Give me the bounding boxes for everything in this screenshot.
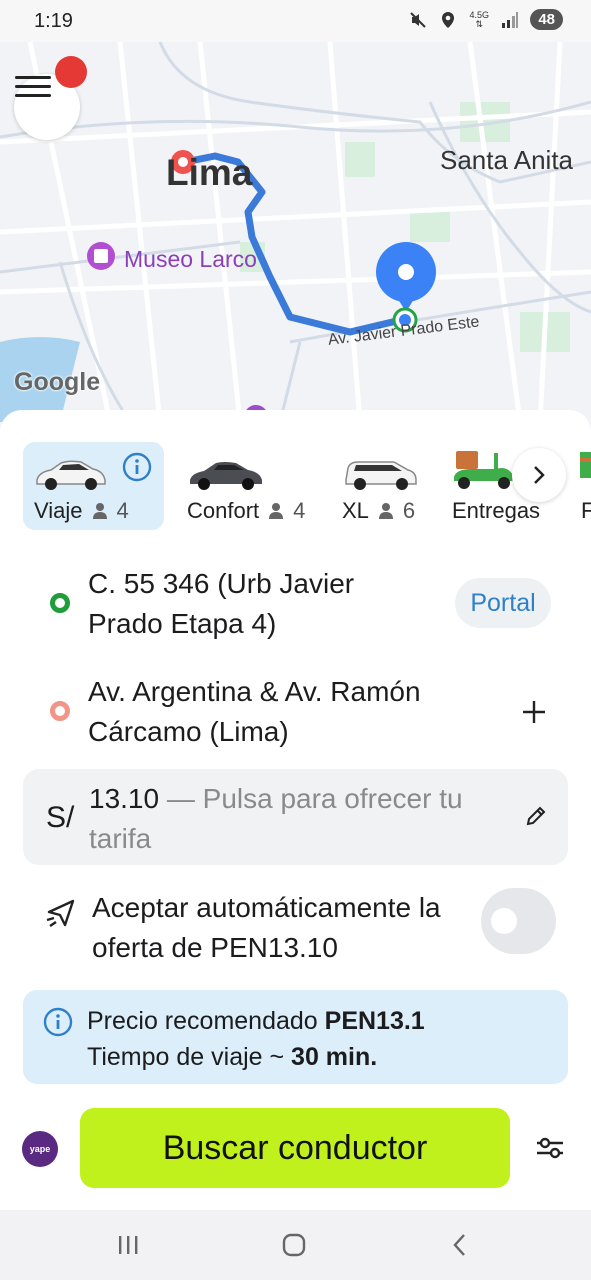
passenger-icon	[92, 503, 107, 519]
payment-badge: yape	[29, 1144, 51, 1154]
info-icon	[43, 1007, 73, 1042]
passenger-icon	[269, 503, 284, 519]
search-driver-button[interactable]: Buscar conductor	[80, 1108, 510, 1188]
delivery-scooter-icon	[454, 451, 514, 489]
status-icons: 4.5G ⇅ 48	[408, 9, 563, 30]
car-sedan-dark-icon	[190, 462, 262, 490]
network-type: 4.5G	[469, 9, 490, 20]
travel-time-line: Tiempo de viaje ~ 30 min.	[87, 1039, 425, 1075]
notification-badge	[55, 56, 87, 88]
pickup-dot-icon	[50, 593, 70, 613]
car-van-icon	[345, 461, 417, 490]
options-button[interactable]	[530, 1128, 570, 1168]
tariff-name: Confort	[187, 498, 260, 523]
tariff-carousel[interactable]: Viaje 4 Confort 4 XL 6 Entregas F	[0, 442, 591, 532]
sliders-icon	[537, 1137, 563, 1159]
passenger-icon	[378, 503, 393, 519]
recommendation-text: Precio recomendado PEN13.1 Tiempo de via…	[87, 1003, 425, 1075]
map-view[interactable]: Lima Santa Anita Museo Larco Av. Javier …	[0, 42, 591, 422]
tariff-confort[interactable]: Confort 4	[178, 442, 318, 530]
tariff-name: Entregas	[452, 498, 541, 523]
tariff-next-button[interactable]	[512, 448, 566, 502]
auto-accept-row: Aceptar automáticamente la oferta de PEN…	[0, 888, 591, 972]
tariff-label: XL 6	[342, 498, 415, 524]
car-sedan-white-icon	[36, 460, 106, 490]
map-attribution: Google	[14, 368, 101, 396]
hamburger-icon	[15, 76, 51, 97]
info-icon[interactable]	[122, 452, 152, 487]
lightning-send-icon	[45, 898, 77, 933]
tariff-pax: 4	[293, 498, 306, 523]
portal-button[interactable]: Portal	[455, 578, 551, 628]
chevron-right-icon	[534, 466, 545, 484]
map-label-city: Lima	[166, 152, 253, 193]
battery-indicator: 48	[530, 9, 563, 30]
fare-currency: S/	[46, 801, 75, 834]
tariff-pax: 6	[402, 498, 416, 523]
signal-icon	[500, 10, 520, 30]
destination-address[interactable]: Av. Argentina & Av. Ramón Cárcamo (Lima)	[88, 672, 428, 752]
travel-time-value: 30 min.	[291, 1043, 378, 1071]
payment-method-button[interactable]: yape	[22, 1131, 58, 1167]
tariff-name: XL	[342, 498, 369, 523]
tariff-viaje[interactable]: Viaje 4	[23, 442, 164, 530]
truck-icon	[580, 452, 591, 478]
fare-text: 13.10 — Pulsa para ofrecer tu tarifa	[89, 779, 509, 859]
add-stop-button[interactable]	[516, 694, 552, 730]
status-bar: 1:19 4.5G ⇅ 48	[0, 0, 591, 42]
tariff-label: F	[581, 498, 591, 524]
tariff-next-partial[interactable]: F	[576, 442, 591, 530]
fare-input[interactable]: S/ 13.10 — Pulsa para ofrecer tu tarifa	[23, 769, 568, 865]
map-label-poi: Museo Larco	[124, 246, 257, 272]
tariff-pax: 4	[116, 498, 129, 523]
status-time: 1:19	[34, 10, 73, 32]
auto-accept-toggle[interactable]	[481, 888, 556, 954]
mute-icon	[408, 10, 428, 30]
tariff-name: Viaje	[34, 498, 83, 523]
tariff-label: Viaje 4	[34, 498, 129, 524]
recommended-price-label: Precio recomendado	[87, 1007, 325, 1035]
travel-time-label: Tiempo de viaje ~	[87, 1043, 292, 1071]
tariff-label: Entregas	[452, 498, 540, 524]
destination-row[interactable]: Av. Argentina & Av. Ramón Cárcamo (Lima)	[0, 668, 591, 758]
plus-icon	[523, 701, 545, 723]
map-label-district: Santa Anita	[440, 145, 573, 175]
recommended-price-line: Precio recomendado PEN13.1	[87, 1003, 425, 1039]
tariff-label: Confort 4	[187, 498, 305, 524]
fare-amount: 13.10	[89, 783, 160, 814]
toggle-knob	[491, 908, 517, 934]
recent-apps-icon[interactable]	[110, 1230, 146, 1260]
recommendation-box: Precio recomendado PEN13.1 Tiempo de via…	[23, 990, 568, 1084]
destination-dot-icon	[50, 701, 70, 721]
system-nav-bar	[0, 1210, 591, 1280]
network-arrows-icon: 4.5G ⇅	[469, 9, 490, 29]
tariff-xl[interactable]: XL 6	[332, 442, 432, 530]
recommended-price-value: PEN13.1	[324, 1007, 425, 1035]
back-icon[interactable]	[442, 1230, 478, 1260]
auto-accept-label: Aceptar automáticamente la oferta de PEN…	[92, 892, 441, 963]
home-icon[interactable]	[276, 1230, 312, 1260]
pickup-address[interactable]: C. 55 346 (Urb Javier Prado Etapa 4)	[88, 564, 428, 644]
tariff-name: F	[581, 498, 591, 523]
pencil-icon[interactable]	[524, 804, 548, 833]
order-sheet: Viaje 4 Confort 4 XL 6 Entregas F C. 55 …	[0, 410, 591, 1210]
location-icon	[438, 10, 458, 30]
map-canvas	[0, 42, 591, 422]
